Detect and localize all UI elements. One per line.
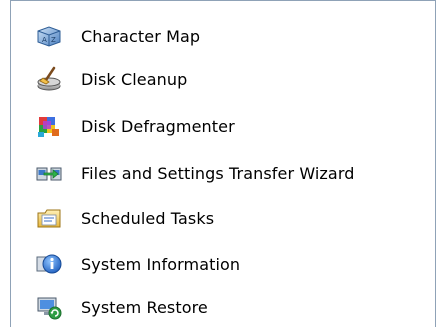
menu-item-label: Files and Settings Transfer Wizard [81,163,355,183]
menu-item-label: Disk Cleanup [81,69,188,89]
character-map-icon: A Z [35,22,63,50]
menu-item-disk-defragmenter[interactable]: Disk Defragmenter [35,106,425,146]
disk-cleanup-icon [35,65,63,93]
system-information-icon [35,250,63,278]
menu-item-system-information[interactable]: System Information [35,244,425,284]
menu-item-label: System Restore [81,297,208,317]
system-tools-menu: A Z Character Map Disk Cleanup Disk Defr… [10,0,436,327]
menu-item-label: Character Map [81,26,201,46]
menu-item-character-map[interactable]: A Z Character Map [35,16,425,56]
disk-defragmenter-icon [35,112,63,140]
menu-item-scheduled-tasks[interactable]: Scheduled Tasks [35,198,425,238]
transfer-wizard-icon [35,159,63,187]
menu-item-transfer-wizard[interactable]: Files and Settings Transfer Wizard [35,153,425,193]
menu-item-label: System Information [81,254,241,274]
system-restore-icon [35,293,63,321]
menu-item-label: Disk Defragmenter [81,116,235,136]
svg-text:A: A [42,36,47,44]
menu-item-system-restore[interactable]: System Restore [35,287,425,327]
svg-text:Z: Z [51,36,56,44]
scheduled-tasks-icon [35,204,63,232]
menu-item-label: Scheduled Tasks [81,208,215,228]
menu-item-disk-cleanup[interactable]: Disk Cleanup [35,59,425,99]
